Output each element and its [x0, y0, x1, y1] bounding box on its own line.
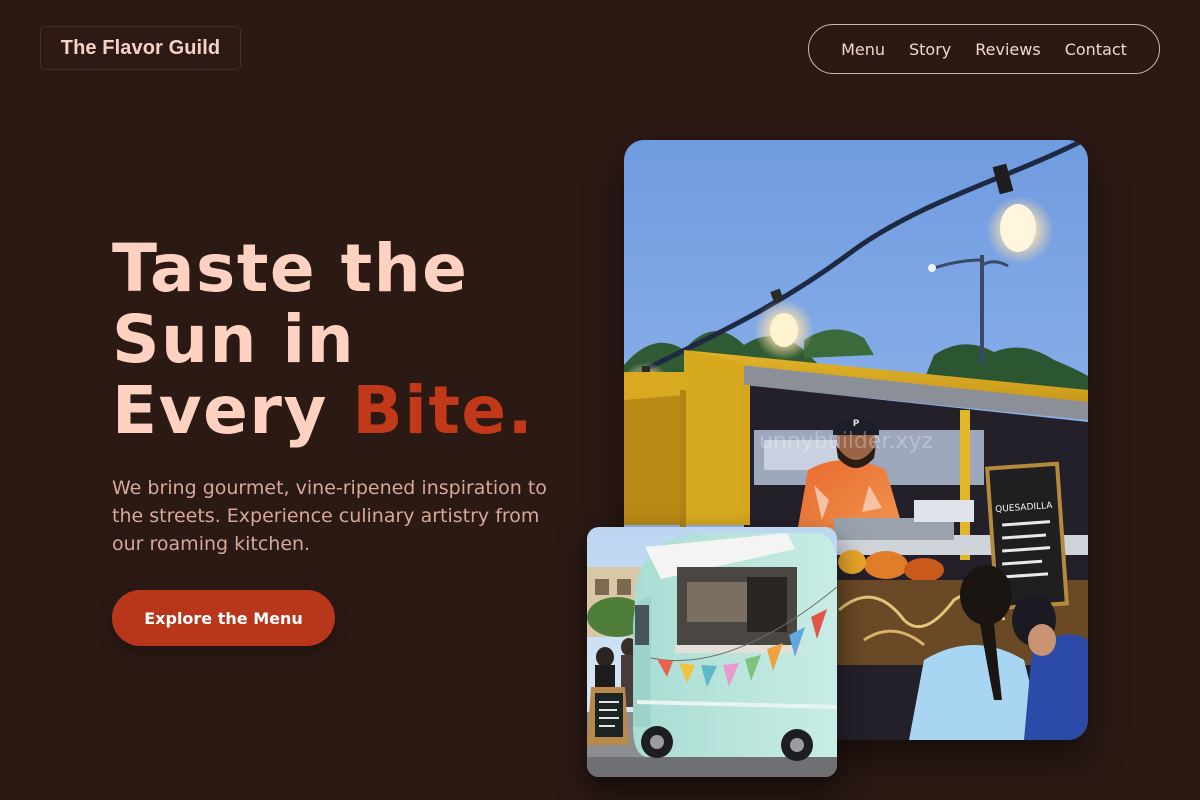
- headline-line-1: Taste the: [112, 230, 469, 307]
- headline-line-3: Every: [112, 372, 353, 449]
- hero-headline: Taste the Sun in Every Bite.: [112, 233, 534, 446]
- headline-accent: Bite.: [352, 372, 535, 449]
- nav-link-contact[interactable]: Contact: [1065, 40, 1127, 59]
- nav-link-reviews[interactable]: Reviews: [975, 40, 1040, 59]
- vintage-van-food-truck-photo: [587, 527, 837, 777]
- hero-description: We bring gourmet, vine-ripened inspirati…: [112, 477, 547, 555]
- brand-logo[interactable]: The Flavor Guild: [40, 26, 241, 70]
- nav-link-menu[interactable]: Menu: [841, 40, 885, 59]
- headline-line-2: Sun in: [112, 301, 356, 378]
- vintage-van-illustration: [587, 527, 837, 777]
- svg-text:P: P: [853, 419, 860, 429]
- explore-menu-button[interactable]: Explore the Menu: [112, 590, 335, 646]
- main-photo-watermark: unnybuilder.xyz: [759, 429, 933, 454]
- nav-link-story[interactable]: Story: [909, 40, 951, 59]
- main-nav: Menu Story Reviews Contact: [808, 24, 1160, 74]
